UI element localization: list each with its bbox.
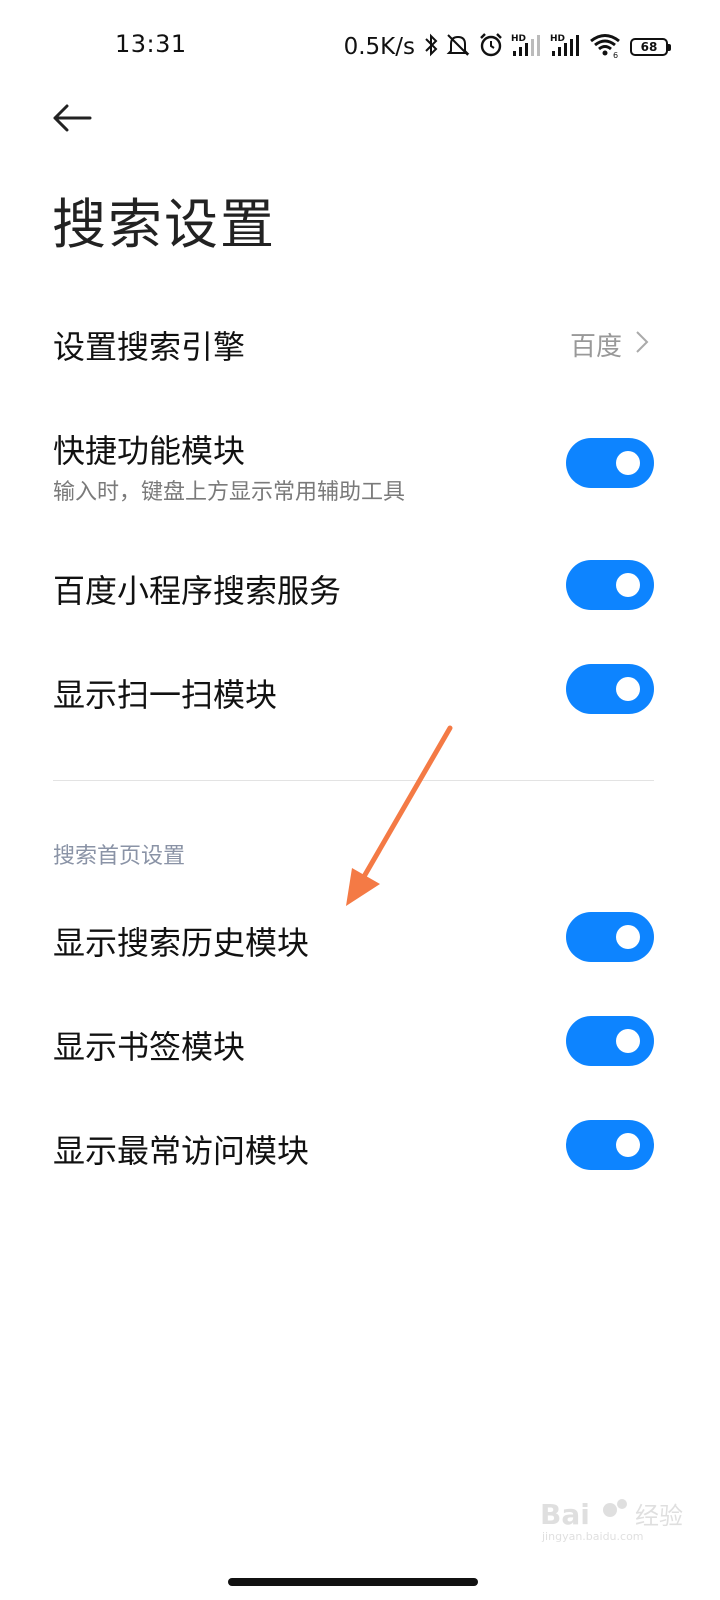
svg-text:Bai: Bai: [540, 1498, 590, 1531]
svg-text:HD: HD: [550, 34, 565, 44]
quick-module-description: 输入时，键盘上方显示常用辅助工具: [53, 480, 406, 505]
hd-signal-icon: HD: [550, 32, 582, 62]
bookmark-module-label: 显示书签模块: [53, 1028, 246, 1066]
mute-icon: [445, 33, 471, 61]
toggle-knob: [616, 925, 640, 949]
status-bar: 13:31 0.5K/s HD HD 6 68: [0, 0, 720, 96]
toggle-knob: [616, 1029, 640, 1053]
mini-program-row: 百度小程序搜索服务: [0, 556, 720, 616]
svg-text:经验: 经验: [635, 1502, 683, 1530]
frequent-module-row: 显示最常访问模块: [0, 1116, 720, 1176]
battery-icon: 68: [630, 38, 671, 56]
chevron-right-icon: [630, 330, 654, 354]
bookmark-module-row: 显示书签模块: [0, 1012, 720, 1072]
annotation-arrow: [330, 720, 470, 920]
status-time: 13:31: [115, 30, 187, 58]
svg-text:jingyan.baidu.com: jingyan.baidu.com: [541, 1530, 644, 1543]
quick-module-row: 快捷功能模块 输入时，键盘上方显示常用辅助工具: [0, 420, 720, 510]
back-button[interactable]: [44, 92, 100, 148]
toggle-knob: [616, 451, 640, 475]
search-engine-label: 设置搜索引擎: [53, 328, 246, 366]
frequent-module-toggle[interactable]: [566, 1120, 654, 1170]
network-speed: 0.5K/s: [343, 34, 415, 60]
mini-program-toggle[interactable]: [566, 560, 654, 610]
search-engine-value: 百度: [569, 332, 622, 362]
baidu-jingyan-watermark: Bai 经验 jingyan.baidu.com: [540, 1494, 700, 1544]
section-header: 搜索首页设置: [53, 844, 186, 869]
arrow-left-icon: [52, 104, 92, 136]
home-indicator[interactable]: [228, 1578, 478, 1586]
quick-module-toggle[interactable]: [566, 438, 654, 488]
svg-text:HD: HD: [511, 34, 526, 44]
page-title: 搜索设置: [52, 193, 276, 256]
toggle-knob: [616, 1133, 640, 1157]
mini-program-label: 百度小程序搜索服务: [53, 572, 342, 610]
status-icons: 0.5K/s HD HD 6 68: [343, 30, 671, 64]
bluetooth-icon: [424, 33, 438, 61]
alarm-icon: [478, 32, 504, 62]
scan-module-row: 显示扫一扫模块: [0, 660, 720, 720]
search-engine-row[interactable]: 设置搜索引擎 百度: [0, 306, 720, 378]
scan-module-toggle[interactable]: [566, 664, 654, 714]
hd-signal-icon: HD: [511, 32, 543, 62]
bookmark-module-toggle[interactable]: [566, 1016, 654, 1066]
wifi-icon: 6: [589, 32, 621, 62]
svg-text:6: 6: [613, 51, 618, 58]
toggle-knob: [616, 573, 640, 597]
history-module-label: 显示搜索历史模块: [53, 924, 310, 962]
toggle-knob: [616, 677, 640, 701]
quick-module-label: 快捷功能模块: [53, 432, 246, 470]
frequent-module-label: 显示最常访问模块: [53, 1132, 310, 1170]
scan-module-label: 显示扫一扫模块: [53, 676, 278, 714]
history-module-toggle[interactable]: [566, 912, 654, 962]
